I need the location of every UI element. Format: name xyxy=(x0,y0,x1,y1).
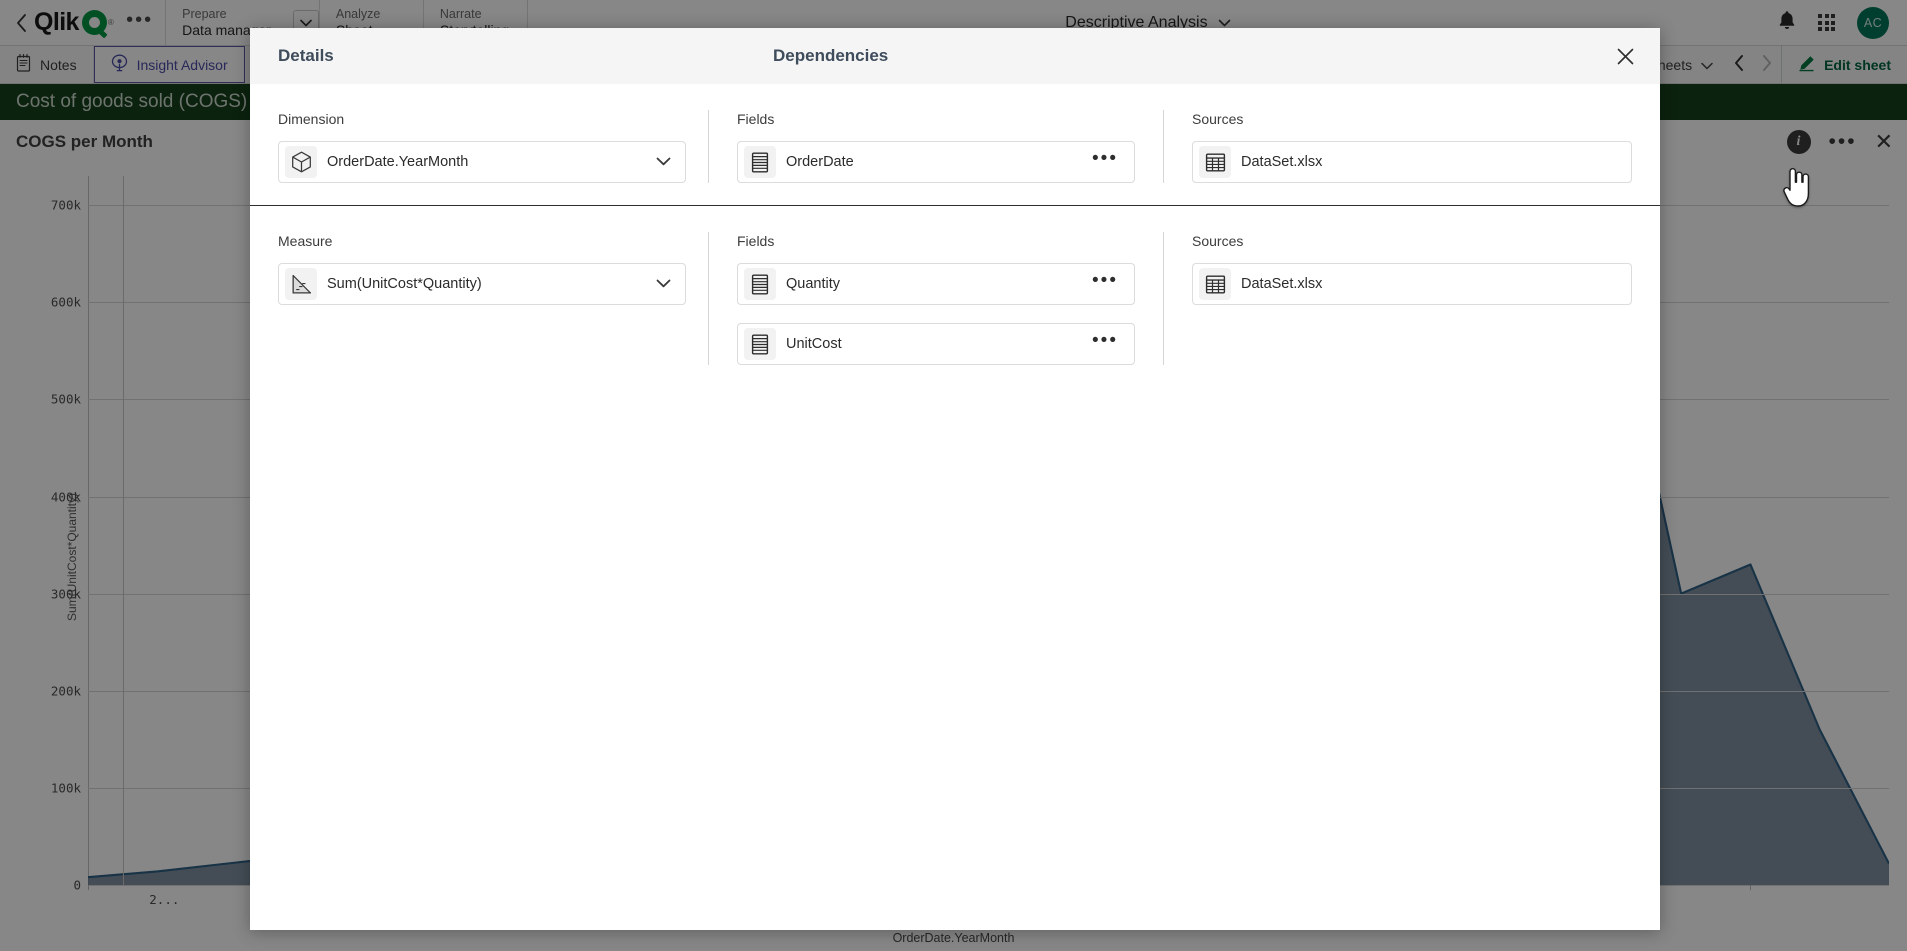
field-name: UnitCost xyxy=(786,336,842,352)
field-item[interactable]: UnitCost ••• xyxy=(737,323,1135,365)
x-axis-tickmark xyxy=(88,885,89,890)
x-axis-title: OrderDate.YearMonth xyxy=(892,931,1015,945)
fields-label: Fields xyxy=(737,233,775,249)
field-name: OrderDate xyxy=(786,154,854,170)
chevron-down-icon[interactable] xyxy=(656,275,675,293)
field-kebab-menu-icon[interactable]: ••• xyxy=(1086,149,1124,169)
back-chevron-icon[interactable] xyxy=(10,6,32,40)
y-axis-tick-label: 300k xyxy=(50,586,81,602)
definition-value: OrderDate.YearMonth xyxy=(327,154,469,170)
definition-label: Dimension xyxy=(278,111,345,127)
source-name: DataSet.xlsx xyxy=(1241,154,1323,170)
y-axis-tick-label: 100k xyxy=(50,780,81,796)
y-axis-tick-label: 400k xyxy=(50,489,81,504)
measure-ruler-icon xyxy=(285,268,317,300)
y-axis-tick-label: 600k xyxy=(50,294,81,310)
source-item[interactable]: DataSet.xlsx xyxy=(1192,263,1632,305)
sources-column: Sources DataSet.xlsx xyxy=(1163,232,1632,365)
y-axis-tick-label: 500k xyxy=(50,391,81,407)
next-sheet-chevron-right-icon[interactable] xyxy=(1753,55,1781,74)
field-item[interactable]: OrderDate ••• xyxy=(737,141,1135,183)
details-column-heading: Details xyxy=(278,46,334,65)
registered-mark: ® xyxy=(107,17,114,27)
edit-sheet-button[interactable]: Edit sheet xyxy=(1781,46,1907,83)
close-x-icon[interactable]: ✕ xyxy=(1875,131,1893,153)
field-rows-icon xyxy=(744,146,776,178)
x-axis-tick-label: 2... xyxy=(149,892,180,907)
sheet-banner-title: Cost of goods sold (COGS) xyxy=(16,91,248,112)
dialog-header: Details Dependencies xyxy=(250,28,1660,84)
topbar-overflow-icon[interactable]: ••• xyxy=(126,10,153,36)
sources-label: Sources xyxy=(1192,233,1244,249)
field-kebab-menu-icon[interactable]: ••• xyxy=(1086,271,1124,291)
definition-value: Sum(UnitCost*Quantity) xyxy=(327,276,482,292)
fields-label: Fields xyxy=(737,111,775,127)
qlik-wordmark: Qlik xyxy=(34,8,79,36)
source-name: DataSet.xlsx xyxy=(1241,276,1323,292)
insight-advisor-bulb-icon xyxy=(111,54,128,75)
x-axis-tickmark xyxy=(1750,885,1752,890)
field-name: Quantity xyxy=(786,276,840,292)
field-rows-icon xyxy=(744,268,776,300)
y-axis-tick-label: 200k xyxy=(50,683,81,699)
notifications-bell-icon[interactable] xyxy=(1778,10,1796,35)
chevron-down-icon[interactable] xyxy=(656,153,675,171)
dimension-cube-icon xyxy=(285,146,317,178)
sheets-chevron-down-icon[interactable] xyxy=(1701,57,1713,73)
edit-sheet-label: Edit sheet xyxy=(1824,56,1891,73)
y-axis-tick-label: 0 xyxy=(73,877,81,893)
field-rows-icon xyxy=(744,328,776,360)
definition-column: Measure Sum(UnitCost*Quantity) xyxy=(278,232,708,365)
dependency-row: Measure Sum(UnitCost*Quantity) Fields Quant… xyxy=(250,205,1660,387)
field-kebab-menu-icon[interactable]: ••• xyxy=(1086,331,1124,351)
sheet-nav-controls: Sheets Edit sheet xyxy=(1637,46,1907,83)
definition-selector[interactable]: Sum(UnitCost*Quantity) xyxy=(278,263,686,305)
sources-label: Sources xyxy=(1192,111,1244,127)
tab-notes[interactable]: Notes xyxy=(0,46,94,83)
dependencies-column-heading: Dependencies xyxy=(773,46,889,65)
chart-title: COGS per Month xyxy=(16,132,153,151)
field-item[interactable]: Quantity ••• xyxy=(737,263,1135,305)
qlik-o-mark xyxy=(81,10,107,35)
source-item[interactable]: DataSet.xlsx xyxy=(1192,141,1632,183)
dialog-body: Dimension OrderDate.YearMonth Fields OrderD… xyxy=(250,84,1660,930)
dependency-row: Dimension OrderDate.YearMonth Fields OrderD… xyxy=(250,84,1660,205)
spreadsheet-table-icon xyxy=(1199,146,1231,178)
sources-column: Sources DataSet.xlsx xyxy=(1163,110,1632,183)
avatar[interactable]: AC xyxy=(1857,6,1889,39)
brand-section: Qlik ® ••• xyxy=(0,0,167,45)
topbar-actions: AC xyxy=(1768,0,1907,45)
spreadsheet-table-icon xyxy=(1199,268,1231,300)
nav-kicker: Narrate xyxy=(439,7,482,21)
tab-notes-label: Notes xyxy=(40,56,77,73)
definition-column: Dimension OrderDate.YearMonth xyxy=(278,110,708,183)
qlik-logo[interactable]: Qlik ® xyxy=(34,8,114,36)
dependencies-dialog: Details Dependencies Dimension OrderDate.… xyxy=(250,28,1660,930)
y-axis-title: Sum(UnitCost*Quantity) xyxy=(65,492,80,621)
tab-insight-advisor-label: Insight Advisor xyxy=(136,56,228,73)
chart-card-toolbar: i ••• ✕ xyxy=(1786,130,1893,154)
nav-kicker: Prepare xyxy=(182,7,227,21)
tab-insight-advisor[interactable]: Insight Advisor xyxy=(93,46,245,83)
pencil-icon xyxy=(1798,55,1815,75)
fields-column: Fields Quantity ••• UnitCost ••• xyxy=(708,232,1163,365)
nav-kicker: Analyze xyxy=(335,7,381,21)
definition-label: Measure xyxy=(278,233,333,249)
kebab-menu-icon[interactable]: ••• xyxy=(1829,131,1857,152)
y-axis-tick-label: 700k xyxy=(50,197,81,213)
info-circle-icon[interactable]: i xyxy=(1786,130,1811,154)
notes-icon xyxy=(16,54,31,75)
app-launcher-grid-icon[interactable] xyxy=(1818,14,1835,31)
prev-sheet-chevron-left-icon[interactable] xyxy=(1725,55,1753,74)
definition-selector[interactable]: OrderDate.YearMonth xyxy=(278,141,686,183)
x-major-gridline xyxy=(122,176,124,885)
dialog-close-x-icon[interactable] xyxy=(1610,41,1640,71)
fields-column: Fields OrderDate ••• xyxy=(708,110,1163,183)
